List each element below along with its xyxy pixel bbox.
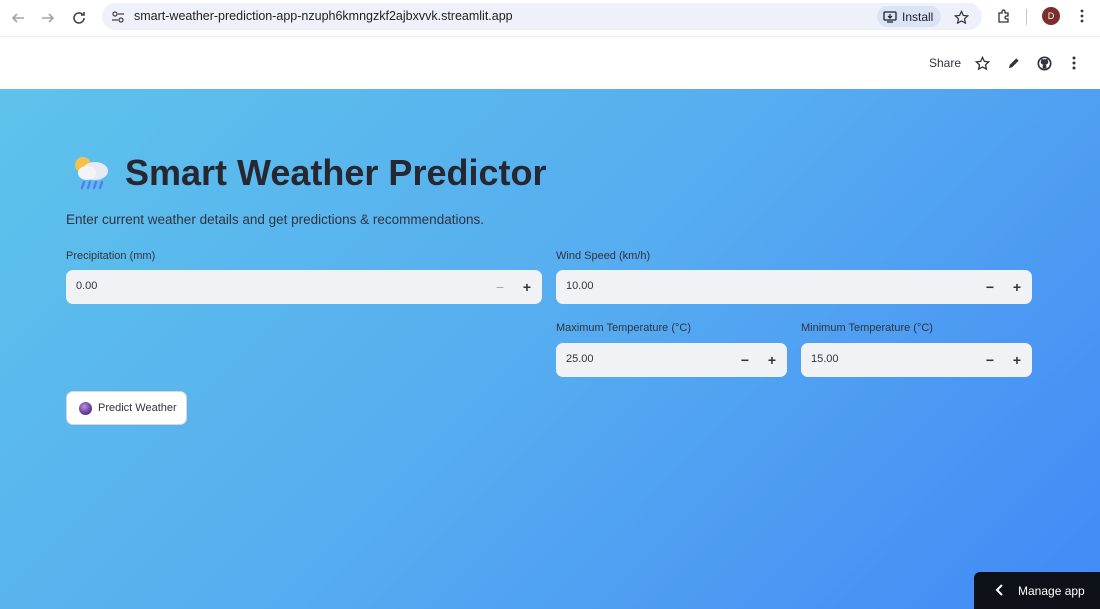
address-bar[interactable]: smart-weather-prediction-app-nzuph6kmngz… (102, 3, 982, 30)
forward-button[interactable] (33, 3, 63, 33)
max-temp-increment-button[interactable]: + (760, 348, 784, 372)
install-icon (883, 10, 897, 23)
max-temp-value[interactable]: 25.00 (566, 353, 594, 365)
bookmark-star-icon[interactable] (952, 8, 970, 26)
reload-icon (73, 12, 85, 24)
chrome-kebab-menu-icon[interactable] (1072, 6, 1092, 26)
github-icon[interactable] (1035, 54, 1053, 72)
page-title: Smart Weather Predictor (125, 152, 547, 193)
manage-app-button[interactable]: Manage app (974, 572, 1100, 609)
predict-weather-button[interactable]: Predict Weather (66, 391, 187, 425)
edit-pencil-icon[interactable] (1004, 54, 1022, 72)
page-subtitle: Enter current weather details and get pr… (66, 212, 484, 227)
rain-cloud-icon (75, 157, 108, 190)
max-temp-input[interactable]: 25.00 − + (556, 343, 787, 377)
site-info-icon[interactable] (110, 9, 126, 25)
install-label: Install (902, 9, 934, 24)
reload-button[interactable] (64, 3, 94, 33)
app-main: Smart Weather Predictor Enter current we… (0, 89, 1100, 609)
back-button[interactable] (3, 3, 33, 33)
min-temp-label: Minimum Temperature (°C) (801, 322, 933, 334)
wind-speed-label: Wind Speed (km/h) (556, 250, 651, 262)
browser-toolbar: smart-weather-prediction-app-nzuph6kmngz… (0, 0, 1100, 36)
extensions-puzzle-icon[interactable] (994, 6, 1014, 26)
wind-speed-increment-button[interactable]: + (1005, 275, 1029, 299)
precipitation-input[interactable]: 0.00 − + (66, 270, 542, 304)
min-temp-decrement-button[interactable]: − (978, 348, 1002, 372)
streamlit-header: Share (0, 36, 1100, 89)
precipitation-value[interactable]: 0.00 (76, 280, 97, 292)
predict-weather-label: Predict Weather (98, 402, 177, 414)
min-temp-increment-button[interactable]: + (1005, 348, 1029, 372)
max-temp-label: Maximum Temperature (°C) (556, 322, 692, 334)
precipitation-increment-button[interactable]: + (515, 275, 539, 299)
precipitation-label: Precipitation (mm) (66, 250, 156, 262)
favorite-star-icon[interactable] (973, 54, 991, 72)
url-text[interactable]: smart-weather-prediction-app-nzuph6kmngz… (134, 9, 513, 23)
app-kebab-menu-icon[interactable] (1065, 54, 1083, 72)
wind-speed-decrement-button[interactable]: − (978, 275, 1002, 299)
manage-app-label: Manage app (1018, 584, 1085, 598)
wind-speed-input[interactable]: 10.00 − + (556, 270, 1032, 304)
crystal-ball-icon (79, 401, 92, 415)
install-app-button[interactable]: Install (877, 6, 942, 27)
chevron-left-icon (995, 584, 1003, 596)
profile-avatar[interactable]: D (1042, 7, 1060, 25)
back-arrow-icon (11, 13, 24, 23)
forward-arrow-icon (42, 13, 55, 23)
min-temp-input[interactable]: 15.00 − + (801, 343, 1032, 377)
min-temp-value[interactable]: 15.00 (811, 353, 839, 365)
precipitation-decrement-button[interactable]: − (488, 275, 512, 299)
max-temp-decrement-button[interactable]: − (733, 348, 757, 372)
wind-speed-value[interactable]: 10.00 (566, 280, 594, 292)
share-button[interactable]: Share (929, 56, 961, 70)
toolbar-divider (1026, 9, 1027, 25)
